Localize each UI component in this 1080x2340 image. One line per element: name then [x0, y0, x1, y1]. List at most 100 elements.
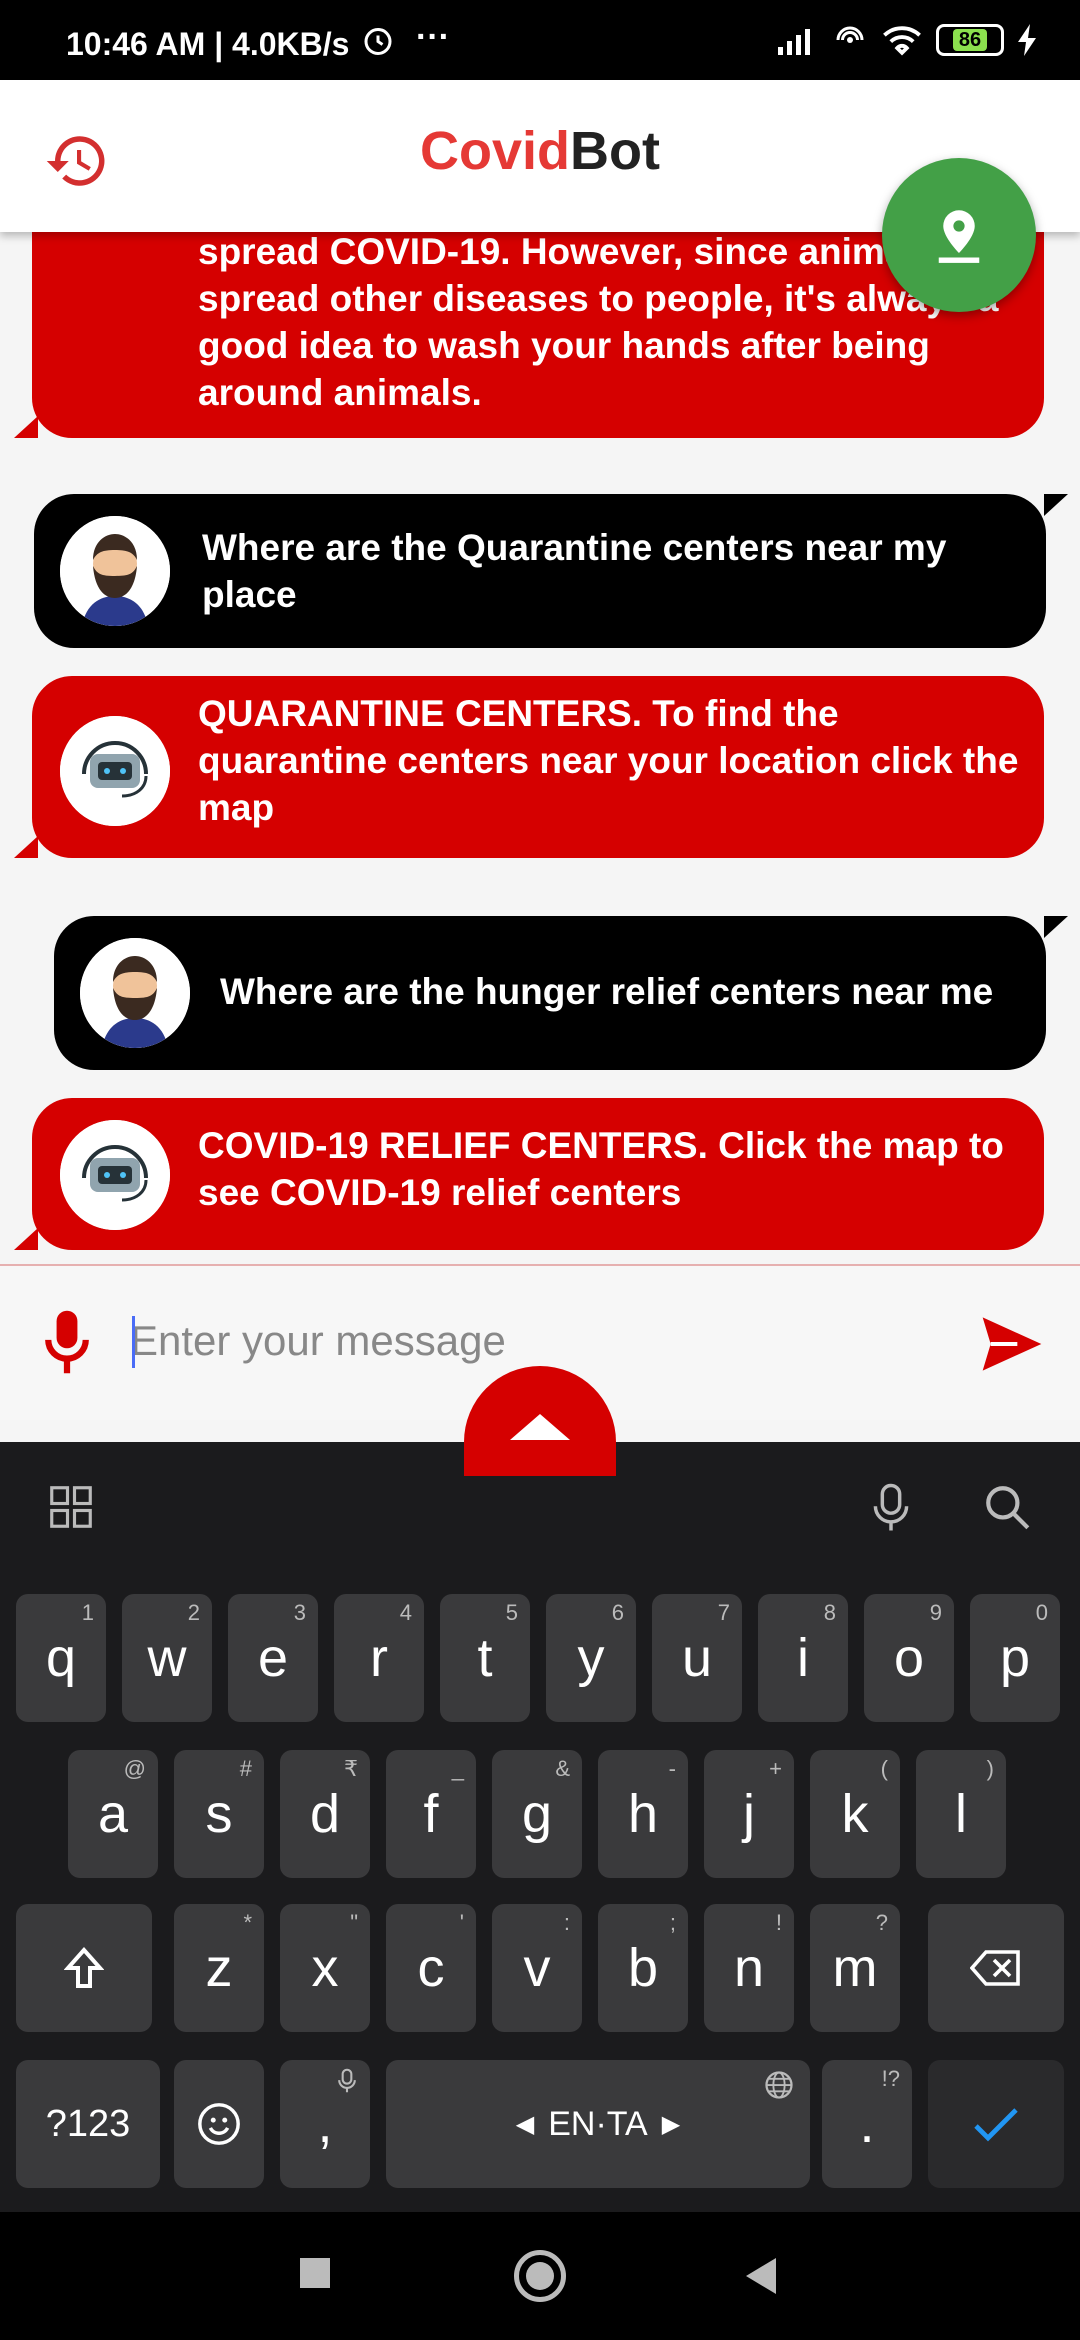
bot-avatar	[60, 716, 170, 826]
key-hint: 7	[717, 1600, 730, 1625]
key-t[interactable]: 5t	[440, 1594, 530, 1722]
key-g[interactable]: & g	[492, 1750, 582, 1878]
chevron-left-icon: ◀	[515, 2110, 535, 2138]
key-p[interactable]: 0p	[970, 1594, 1060, 1722]
key-j[interactable]: + j	[704, 1750, 794, 1878]
message-text: QUARANTINE CENTERS. To find the quaranti…	[198, 693, 1019, 828]
status-bar: 10:46 AM | 4.0KB/s ··· 86	[0, 0, 1080, 80]
period-key[interactable]: !?.	[822, 2060, 912, 2188]
user-avatar	[60, 516, 170, 626]
key-a[interactable]: @ a	[68, 1750, 158, 1878]
backspace-key[interactable]	[928, 1904, 1064, 2032]
key-n[interactable]: ! n	[704, 1904, 794, 2032]
symbols-key[interactable]: ?123	[16, 2060, 160, 2188]
enter-key[interactable]	[928, 2060, 1064, 2188]
recents-icon[interactable]	[300, 2258, 330, 2288]
checkmark-icon	[974, 2108, 1018, 2142]
key-e[interactable]: 3e	[228, 1594, 318, 1722]
key-m[interactable]: ? m	[810, 1904, 900, 2032]
emoji-key[interactable]	[174, 2060, 264, 2188]
key-hint: (	[880, 1756, 888, 1781]
key-z[interactable]: * z	[174, 1904, 264, 2032]
map-location-button[interactable]	[882, 158, 1036, 312]
user-message: Where are the hunger relief centers near…	[54, 916, 1046, 1070]
key-hint: @	[123, 1756, 146, 1781]
bubble-tail	[14, 1228, 38, 1250]
key-label: r	[370, 1628, 388, 1688]
key-hint: *	[243, 1910, 252, 1935]
back-icon[interactable]	[744, 2256, 778, 2296]
key-c[interactable]: ' c	[386, 1904, 476, 2032]
chat-list[interactable]: spread COVID-19. However, since animals …	[0, 232, 1080, 1264]
signal-icon	[778, 29, 810, 55]
space-key[interactable]: ◀ EN·TA ▶	[386, 2060, 810, 2188]
key-f[interactable]: _ f	[386, 1750, 476, 1878]
key-d[interactable]: ₹ d	[280, 1750, 370, 1878]
backspace-icon	[970, 1950, 1020, 1986]
emoji-icon	[198, 2103, 240, 2145]
key-label: h	[627, 1784, 659, 1844]
key-label: i	[797, 1628, 809, 1688]
shift-arrow-icon	[64, 1946, 104, 1988]
key-label: d	[309, 1784, 341, 1844]
comma-key[interactable]: ,	[280, 2060, 370, 2188]
location-pin-icon	[938, 210, 980, 263]
key-h[interactable]: -h	[598, 1750, 688, 1878]
key-hint: "	[350, 1910, 358, 1935]
key-label: v	[523, 1938, 551, 1998]
key-hint: 6	[611, 1600, 624, 1625]
key-s[interactable]: # s	[174, 1750, 264, 1878]
wifi-icon	[883, 26, 921, 56]
home-icon[interactable]	[514, 2250, 566, 2302]
chevron-up-icon	[510, 1414, 570, 1440]
key-hint: +	[769, 1756, 782, 1781]
status-time: 10:46 AM | 4.0KB/s	[66, 26, 350, 62]
microphone-icon[interactable]	[42, 1306, 92, 1378]
key-label: w	[147, 1628, 187, 1688]
key-hint: 8	[823, 1600, 836, 1625]
search-icon[interactable]	[982, 1482, 1032, 1537]
key-hint: 4	[399, 1600, 412, 1625]
key-r[interactable]: 4r	[334, 1594, 424, 1722]
key-hint: )	[986, 1756, 994, 1781]
key-label: j	[743, 1784, 755, 1844]
key-label: k	[841, 1784, 869, 1844]
key-hint: _	[451, 1756, 464, 1781]
key-label: ?123	[45, 2102, 131, 2145]
key-hint: ?	[875, 1910, 888, 1935]
app-title-covid: Covid	[420, 121, 571, 181]
key-label: l	[955, 1784, 967, 1844]
apps-grid-icon[interactable]	[50, 1486, 92, 1533]
key-label: p	[999, 1628, 1031, 1688]
soft-keyboard: 1q 2w 3e 4r 5t 6y 7u 8i 9o 0p @ a # s ₹ d _…	[0, 1442, 1080, 2212]
alarm-icon	[360, 22, 396, 63]
key-u[interactable]: 7u	[652, 1594, 742, 1722]
bubble-tail	[14, 836, 38, 858]
key-label: b	[627, 1938, 659, 1998]
more-notifications-icon: ···	[416, 18, 450, 56]
key-o[interactable]: 9o	[864, 1594, 954, 1722]
key-hint: '	[459, 1910, 464, 1935]
key-y[interactable]: 6y	[546, 1594, 636, 1722]
voice-input-icon[interactable]	[870, 1482, 912, 1539]
key-x[interactable]: " x	[280, 1904, 370, 2032]
shift-key[interactable]	[16, 1904, 152, 2032]
key-label: o	[893, 1628, 925, 1688]
key-label: x	[311, 1938, 339, 1998]
key-hint: :	[563, 1910, 570, 1935]
bubble-tail	[14, 416, 38, 438]
chevron-right-icon: ▶	[661, 2110, 681, 2138]
hotspot-icon	[836, 26, 864, 43]
key-i[interactable]: 8i	[758, 1594, 848, 1722]
key-q[interactable]: 1q	[16, 1594, 106, 1722]
key-w[interactable]: 2w	[122, 1594, 212, 1722]
globe-icon	[765, 2071, 793, 2099]
key-hint: &	[555, 1756, 570, 1781]
key-k[interactable]: (k	[810, 1750, 900, 1878]
key-hint: 2	[187, 1600, 200, 1625]
key-v[interactable]: :v	[492, 1904, 582, 2032]
key-l[interactable]: ) l	[916, 1750, 1006, 1878]
charging-icon	[1018, 24, 1036, 56]
key-b[interactable]: ; b	[598, 1904, 688, 2032]
send-icon[interactable]	[980, 1314, 1044, 1374]
